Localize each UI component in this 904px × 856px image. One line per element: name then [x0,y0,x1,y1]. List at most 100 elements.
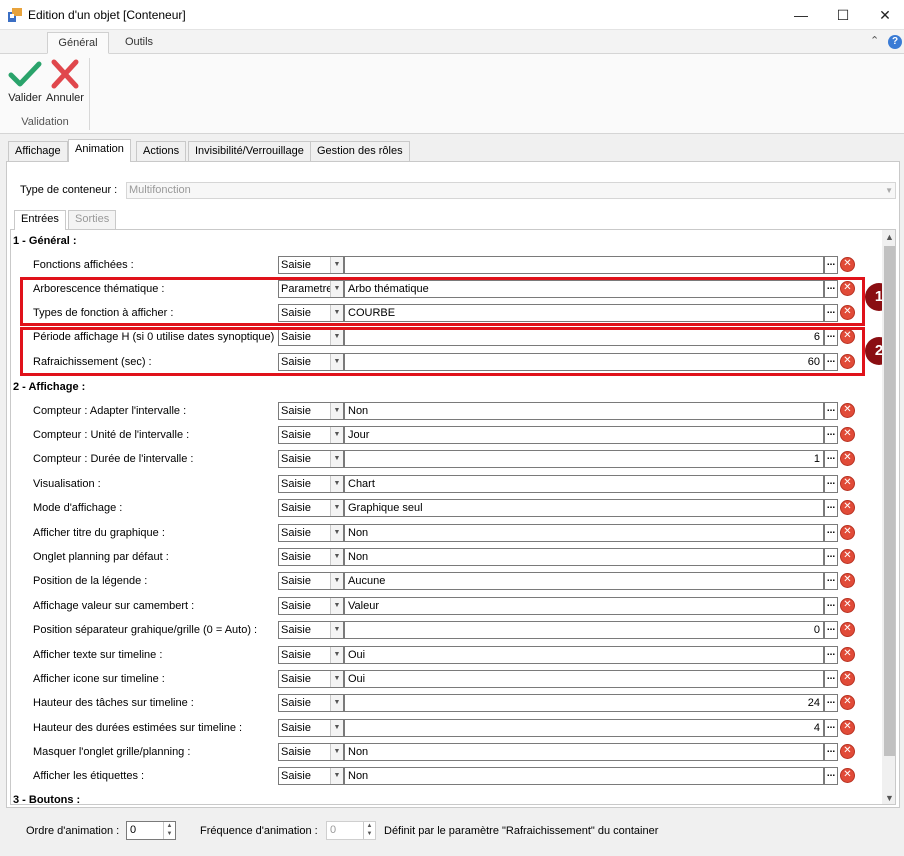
browse-button[interactable]: ... [824,475,838,493]
chevron-down-icon[interactable]: ▼ [330,768,343,784]
scroll-up-icon[interactable]: ▲ [882,230,895,245]
validate-button[interactable]: Valider [6,58,44,104]
chevron-down-icon[interactable]: ▼ [330,257,343,273]
clear-icon[interactable]: ✕ [840,476,855,491]
minimize-icon[interactable]: — [778,0,824,30]
clear-icon[interactable]: ✕ [840,744,855,759]
mode-select[interactable]: Saisie ▼ [278,767,344,785]
browse-button[interactable]: ... [824,499,838,517]
value-field[interactable]: Valeur [344,597,824,615]
animation-order-stepper[interactable]: 0 ▲ ▼ [126,821,176,840]
browse-button[interactable]: ... [824,646,838,664]
browse-button[interactable]: ... [824,621,838,639]
clear-icon[interactable]: ✕ [840,500,855,515]
clear-icon[interactable]: ✕ [840,671,855,686]
browse-button[interactable]: ... [824,548,838,566]
clear-icon[interactable]: ✕ [840,695,855,710]
chevron-down-icon[interactable]: ▼ [330,549,343,565]
value-field[interactable]: 1 [344,450,824,468]
browse-button[interactable]: ... [824,450,838,468]
stepper-arrows-icon[interactable]: ▲ ▼ [163,822,175,839]
maximize-icon[interactable]: ☐ [820,0,866,30]
clear-icon[interactable]: ✕ [840,525,855,540]
mode-select[interactable]: Saisie ▼ [278,646,344,664]
browse-button[interactable]: ... [824,743,838,761]
chevron-down-icon[interactable]: ▼ [330,598,343,614]
mode-select[interactable]: Saisie ▼ [278,743,344,761]
tab-gestion-roles[interactable]: Gestion des rôles [310,141,410,161]
tab-invisibilite[interactable]: Invisibilité/Verrouillage [188,141,311,161]
container-type-select[interactable]: Multifonction ▼ [126,182,896,199]
collapse-ribbon-icon[interactable]: ⌃ [870,34,879,47]
tab-affichage[interactable]: Affichage [8,141,68,161]
clear-icon[interactable]: ✕ [840,720,855,735]
mode-select[interactable]: Saisie ▼ [278,524,344,542]
chevron-down-icon[interactable]: ▼ [330,573,343,589]
chevron-down-icon[interactable]: ▼ [330,622,343,638]
tab-entrees[interactable]: Entrées [14,210,66,230]
vertical-scrollbar[interactable]: ▲ ▼ [882,230,895,804]
chevron-down-icon[interactable]: ▼ [330,744,343,760]
chevron-down-icon[interactable]: ▼ [330,403,343,419]
chevron-down-icon[interactable]: ▼ [330,671,343,687]
scroll-thumb[interactable] [884,246,895,756]
value-field[interactable]: Non [344,743,824,761]
clear-icon[interactable]: ✕ [840,598,855,613]
mode-select[interactable]: Saisie ▼ [278,426,344,444]
mode-select[interactable]: Saisie ▼ [278,597,344,615]
mode-select[interactable]: Saisie ▼ [278,475,344,493]
tab-sorties[interactable]: Sorties [68,210,117,229]
mode-select[interactable]: Saisie ▼ [278,499,344,517]
browse-button[interactable]: ... [824,719,838,737]
chevron-down-icon[interactable]: ▼ [330,720,343,736]
clear-icon[interactable]: ✕ [840,647,855,662]
chevron-down-icon[interactable]: ▼ [330,695,343,711]
cancel-button[interactable]: Annuler [46,58,84,104]
tab-actions[interactable]: Actions [136,141,187,161]
clear-icon[interactable]: ✕ [840,573,855,588]
value-field[interactable]: Aucune [344,572,824,590]
browse-button[interactable]: ... [824,572,838,590]
browse-button[interactable]: ... [824,767,838,785]
browse-button[interactable]: ... [824,426,838,444]
chevron-down-icon[interactable]: ▼ [330,647,343,663]
chevron-down-icon[interactable]: ▼ [330,427,343,443]
mode-select[interactable]: Saisie ▼ [278,621,344,639]
value-field[interactable]: Non [344,548,824,566]
ribbon-tab-general[interactable]: Général [47,32,109,54]
value-field[interactable]: Non [344,767,824,785]
value-field[interactable]: Oui [344,646,824,664]
clear-icon[interactable]: ✕ [840,622,855,637]
mode-select[interactable]: Saisie ▼ [278,670,344,688]
value-field[interactable]: Chart [344,475,824,493]
value-field[interactable]: 24 [344,694,824,712]
browse-button[interactable]: ... [824,256,838,274]
browse-button[interactable]: ... [824,402,838,420]
mode-select[interactable]: Saisie ▼ [278,694,344,712]
clear-icon[interactable]: ✕ [840,257,855,272]
value-field[interactable]: Graphique seul [344,499,824,517]
browse-button[interactable]: ... [824,524,838,542]
value-field[interactable]: 0 [344,621,824,639]
value-field[interactable]: Oui [344,670,824,688]
browse-button[interactable]: ... [824,597,838,615]
mode-select[interactable]: Saisie ▼ [278,256,344,274]
ribbon-tab-tools[interactable]: Outils [113,32,165,54]
clear-icon[interactable]: ✕ [840,768,855,783]
help-icon[interactable]: ? [888,35,902,49]
clear-icon[interactable]: ✕ [840,549,855,564]
value-field[interactable] [344,256,824,274]
value-field[interactable]: Jour [344,426,824,444]
mode-select[interactable]: Saisie ▼ [278,402,344,420]
clear-icon[interactable]: ✕ [840,451,855,466]
chevron-down-icon[interactable]: ▼ [330,525,343,541]
close-icon[interactable]: ✕ [862,0,904,30]
value-field[interactable]: Non [344,402,824,420]
mode-select[interactable]: Saisie ▼ [278,450,344,468]
chevron-down-icon[interactable]: ▼ [330,476,343,492]
browse-button[interactable]: ... [824,694,838,712]
chevron-down-icon[interactable]: ▼ [330,500,343,516]
tab-animation[interactable]: Animation [68,139,131,162]
scroll-down-icon[interactable]: ▼ [882,791,895,804]
value-field[interactable]: 4 [344,719,824,737]
